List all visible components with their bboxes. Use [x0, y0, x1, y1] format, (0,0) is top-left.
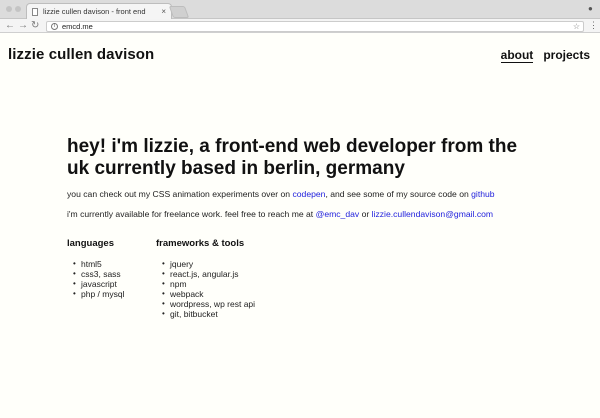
languages-list: html5 css3, sass javascript php / mysql: [67, 259, 124, 299]
list-item: javascript: [73, 279, 124, 289]
browser-chrome: lizzie cullen davison - front end × ● ← …: [0, 0, 600, 33]
info-icon[interactable]: i: [51, 23, 58, 30]
list-item: react.js, angular.js: [162, 269, 255, 279]
nav-link-projects[interactable]: projects: [543, 48, 590, 63]
intro-paragraph-codepen: you can check out my CSS animation exper…: [67, 189, 495, 199]
frameworks-section: frameworks & tools jquery react.js, angu…: [156, 238, 255, 319]
tab-strip: lizzie cullen davison - front end × ●: [0, 0, 600, 19]
page-icon: [32, 7, 38, 16]
intro-paragraph-contact: i'm currently available for freelance wo…: [67, 209, 493, 219]
email-link[interactable]: lizzie.cullendavison@gmail.com: [372, 209, 493, 219]
list-item: html5: [73, 259, 124, 269]
browser-toolbar: ← → ↻ i emcd.me ☆ ⋮: [0, 19, 600, 33]
list-item: npm: [162, 279, 255, 289]
back-button[interactable]: ←: [5, 20, 15, 32]
list-item: jquery: [162, 259, 255, 269]
close-window-icon[interactable]: [6, 6, 12, 12]
browser-menu-icon[interactable]: ⋮: [589, 20, 598, 31]
new-tab-button[interactable]: [168, 6, 190, 18]
frameworks-list: jquery react.js, angular.js npm webpack …: [156, 259, 255, 319]
codepen-link[interactable]: codepen: [292, 189, 325, 199]
profile-icon[interactable]: ●: [588, 4, 593, 13]
github-link[interactable]: github: [471, 189, 494, 199]
tab-title: lizzie cullen davison - front end: [43, 7, 146, 16]
intro-heading: hey! i'm lizzie, a front-end web develop…: [67, 136, 518, 179]
forward-button[interactable]: →: [18, 20, 28, 32]
list-item: php / mysql: [73, 289, 124, 299]
nav-link-about[interactable]: about: [500, 48, 534, 63]
languages-heading: languages: [67, 238, 114, 249]
para1-text-start: you can check out my CSS animation exper…: [67, 189, 293, 199]
reload-button[interactable]: ↻: [31, 20, 39, 32]
para1-text-middle: , and see some of my source code on: [325, 189, 472, 199]
frameworks-heading: frameworks & tools: [156, 238, 245, 249]
list-item: webpack: [162, 289, 255, 299]
minimize-window-icon[interactable]: [15, 6, 21, 12]
list-item: wordpress, wp rest api: [162, 299, 255, 309]
list-item: css3, sass: [73, 269, 124, 279]
para2-text-middle: or: [359, 209, 372, 219]
bookmark-star-icon[interactable]: ☆: [573, 22, 580, 31]
main-nav: about projects: [500, 48, 590, 63]
close-tab-icon[interactable]: ×: [161, 7, 166, 16]
site-title[interactable]: lizzie cullen davison: [8, 46, 154, 63]
browser-tab[interactable]: lizzie cullen davison - front end ×: [26, 3, 172, 19]
languages-section: languages html5 css3, sass javascript ph…: [67, 238, 124, 299]
address-bar[interactable]: i emcd.me ☆: [46, 21, 584, 32]
url-text[interactable]: emcd.me: [62, 22, 93, 31]
para2-text-start: i'm currently available for freelance wo…: [67, 209, 316, 219]
twitter-link[interactable]: @emc_dav: [316, 209, 360, 219]
list-item: git, bitbucket: [162, 309, 255, 319]
